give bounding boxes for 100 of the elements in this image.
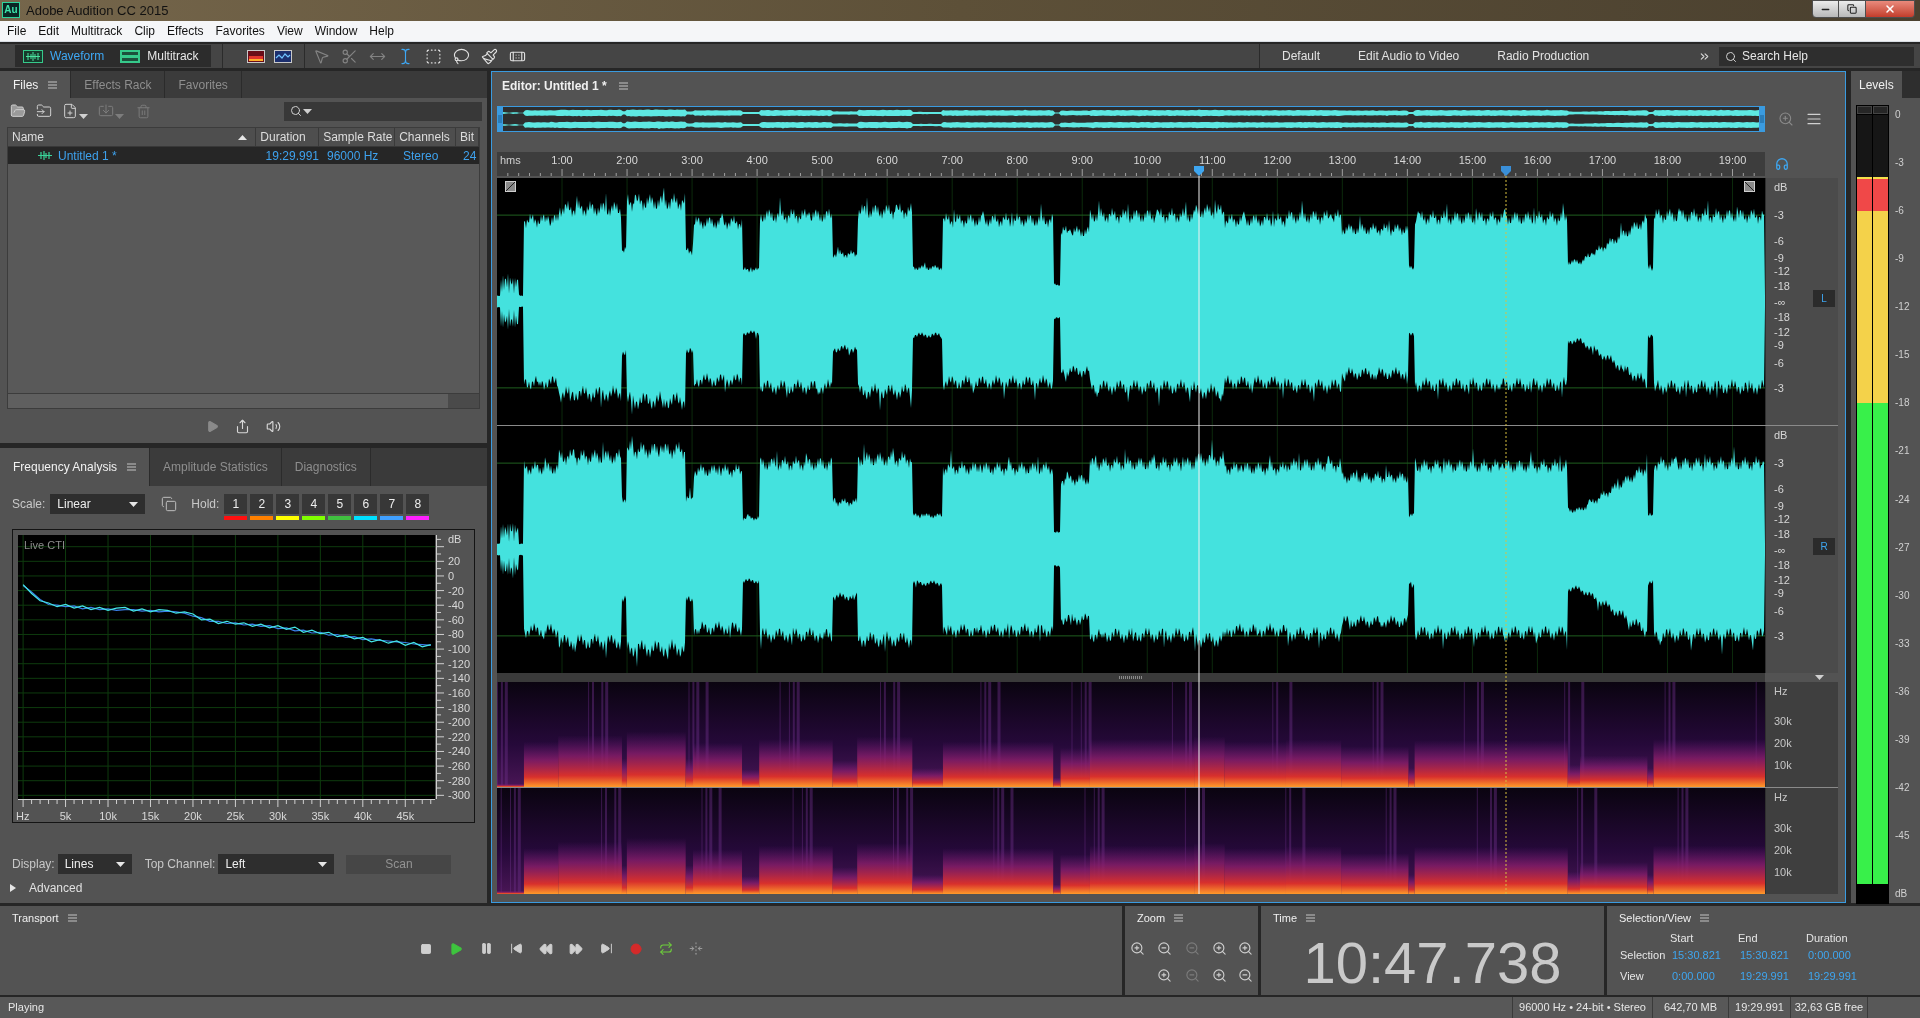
channel-toggle[interactable]: L: [1813, 290, 1835, 307]
folder-import-icon[interactable]: [36, 103, 52, 119]
tick-label: 10k: [99, 810, 117, 822]
fade-handle-icon[interactable]: [505, 181, 516, 192]
fade-handle-icon[interactable]: [1744, 181, 1755, 192]
display-dropdown[interactable]: Lines: [57, 854, 132, 874]
waveform-drawing[interactable]: [497, 178, 1765, 425]
close-button[interactable]: [1866, 0, 1915, 18]
file-row[interactable]: Untitled 1 * 19:29.991 96000 Hz Stereo 24: [8, 147, 479, 164]
channel-toggle[interactable]: R: [1813, 538, 1835, 555]
workspace-tab[interactable]: Default: [1282, 50, 1321, 62]
scale-label: -18: [1774, 280, 1790, 292]
copy-icon[interactable]: [161, 496, 178, 512]
fold-arrows-icon[interactable]: [689, 941, 703, 956]
menu-item[interactable]: Help: [363, 25, 401, 37]
loop-icon[interactable]: [659, 941, 673, 956]
tab[interactable]: Frequency Analysis: [0, 448, 151, 486]
menu-item[interactable]: File: [1, 25, 33, 37]
column-header[interactable]: Bit: [456, 128, 479, 146]
tick-label: -180: [448, 701, 471, 714]
speaker-icon[interactable]: [266, 418, 281, 434]
workspace-tab[interactable]: Edit Audio to Video: [1358, 50, 1460, 62]
zoom-in-icon[interactable]: [1156, 968, 1172, 983]
wave-graph-icon[interactable]: [274, 49, 292, 63]
rewind-icon[interactable]: [539, 941, 553, 956]
zoom-out-icon[interactable]: [1238, 968, 1253, 983]
tick-label: -300: [448, 789, 471, 802]
hold-button[interactable]: 4: [302, 494, 326, 514]
folder-open-icon[interactable]: [10, 103, 26, 119]
scale-label: 10k: [1774, 759, 1792, 771]
zoom-in-icon[interactable]: [1238, 941, 1253, 956]
menu-item[interactable]: Multitrack: [65, 25, 129, 37]
zoom-in-icon[interactable]: [1130, 941, 1145, 956]
restore-button[interactable]: [1839, 0, 1866, 18]
menu-item[interactable]: Clip: [128, 25, 162, 37]
scale-label: -6: [1774, 605, 1784, 616]
resize-handle-icon[interactable]: [1119, 676, 1143, 679]
minimize-button[interactable]: [1812, 0, 1839, 18]
menu-item[interactable]: View: [270, 25, 309, 37]
time-label: 15:00: [1458, 155, 1487, 166]
tick-label: 0: [448, 569, 455, 582]
headphones-icon[interactable]: [1775, 157, 1789, 171]
top-channel-dropdown[interactable]: Left: [218, 854, 335, 874]
menu-item[interactable]: Window: [308, 25, 364, 37]
scale-dropdown[interactable]: Linear: [50, 494, 146, 514]
scale-label: -30: [1895, 590, 1910, 601]
column-header[interactable]: Sample Rate: [319, 128, 396, 146]
tab[interactable]: Levels: [1851, 71, 1902, 98]
hold-button[interactable]: 5: [328, 494, 352, 514]
selection-marker[interactable]: [1499, 166, 1512, 894]
search-field[interactable]: [284, 101, 482, 121]
hold-button[interactable]: 8: [406, 494, 430, 514]
fast-forward-icon[interactable]: [569, 941, 583, 956]
search-field[interactable]: Search Help: [1719, 46, 1914, 66]
spectrogram-drawing[interactable]: [497, 788, 1765, 894]
new-file-button[interactable]: [62, 103, 88, 119]
clip-indicator[interactable]: [1857, 106, 1872, 114]
scrollbar[interactable]: [8, 393, 479, 408]
scale-label: -9: [1774, 339, 1784, 351]
export-icon[interactable]: [235, 418, 250, 434]
clip-indicator[interactable]: [1873, 106, 1888, 114]
stop-icon[interactable]: [420, 942, 432, 955]
hold-button[interactable]: 2: [250, 494, 274, 514]
view-tab[interactable]: Waveform: [15, 45, 113, 67]
zoom-in-icon[interactable]: [1212, 941, 1227, 956]
menu-item[interactable]: Favorites: [209, 25, 271, 37]
tracks-icon: [120, 49, 141, 63]
scale-label: 20k: [1774, 737, 1792, 749]
waveform-drawing[interactable]: [497, 426, 1765, 673]
zoom-in-icon[interactable]: [1212, 968, 1227, 983]
list-icon[interactable]: [1806, 111, 1822, 127]
column-header: Start: [1670, 933, 1695, 944]
hold-button[interactable]: 3: [276, 494, 300, 514]
workspace-tab[interactable]: Radio Production: [1497, 50, 1590, 62]
lasso-icon[interactable]: [453, 47, 470, 65]
spectrogram-icon[interactable]: [247, 49, 265, 63]
play-icon[interactable]: [449, 941, 463, 956]
advanced-toggle[interactable]: Advanced: [10, 880, 83, 896]
time-ruler[interactable]: hms 1:00 2:00 3:00 4:00 5:00 6:00 7:00 8:00 9:00 10:00 11:00 12:00 13:00 14:00 15:00 16:00 17:00 18:00 19:00: [497, 152, 1765, 176]
hold-button[interactable]: 6: [354, 494, 378, 514]
view-tab[interactable]: Multitrack: [112, 45, 207, 67]
hold-button[interactable]: 1: [224, 494, 248, 514]
spectrogram-drawing[interactable]: [497, 682, 1765, 787]
dashed-square-icon[interactable]: [425, 47, 442, 65]
skip-forward-icon[interactable]: [599, 942, 613, 955]
pause-icon[interactable]: [479, 942, 493, 955]
paintbrush-icon[interactable]: [481, 47, 498, 65]
tab[interactable]: Files: [0, 71, 72, 98]
scale-label: -15: [1895, 350, 1910, 361]
playhead[interactable]: [1192, 166, 1205, 894]
column-header[interactable]: Channels: [395, 128, 456, 146]
column-header[interactable]: Name: [8, 128, 257, 146]
skip-back-icon[interactable]: [509, 942, 523, 955]
overview-waveform-drawing[interactable]: [497, 106, 1765, 132]
column-header[interactable]: Duration: [256, 128, 320, 146]
hold-button[interactable]: 7: [380, 494, 404, 514]
menu-item[interactable]: Edit: [32, 25, 66, 37]
zoom-out-icon[interactable]: [1156, 941, 1172, 956]
editor-tab[interactable]: Editor: Untitled 1 *: [492, 72, 636, 99]
menu-item[interactable]: Effects: [161, 25, 210, 37]
